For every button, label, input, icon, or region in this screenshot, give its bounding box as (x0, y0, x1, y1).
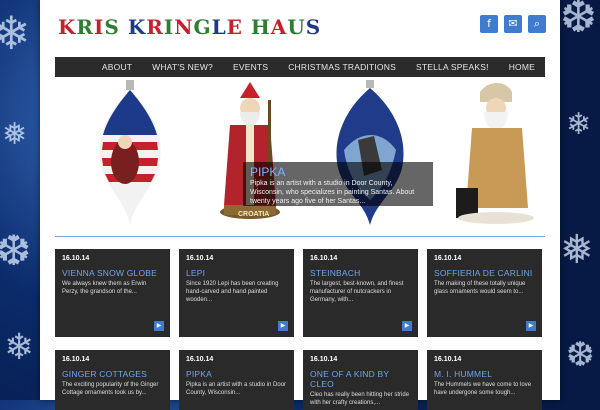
slide-caption[interactable]: PIPKA Pipka is an artist with a studio i… (243, 162, 433, 206)
post-excerpt: Pipka is an artist with a studio in Door… (186, 382, 287, 396)
post-card[interactable]: 16.10.14 VIENNA SNOW GLOBE We always kne… (55, 249, 170, 337)
post-title[interactable]: ONE OF A KIND BY CLEO (310, 369, 411, 389)
post-title[interactable]: SOFFIERIA DE CARLINI (434, 268, 535, 278)
snowflake-decoration: ❄ (0, 6, 31, 60)
page-container: KRIS KRINGLE HAUS f ✉ ⌕ ABOUT WHAT'S NEW… (40, 0, 560, 410)
post-excerpt: We always knew them as Erwin Perzy, the … (62, 281, 147, 295)
post-card[interactable]: 16.10.14 LEPI Since 1920 Lepi has been c… (179, 249, 294, 337)
post-title[interactable]: STEINBACH (310, 268, 411, 278)
section-divider (55, 236, 545, 237)
post-title[interactable]: M. I. HUMMEL (434, 369, 535, 379)
hero-slider[interactable]: CROATIA PIPKA Pipka is an artist with a … (55, 80, 545, 230)
read-more-arrow-icon[interactable]: ▶ (278, 321, 288, 331)
post-excerpt: The making of these totally unique glass… (434, 281, 526, 295)
post-title[interactable]: VIENNA SNOW GLOBE (62, 268, 163, 278)
nav-item-about[interactable]: ABOUT (92, 57, 142, 77)
slide-caption-text: Pipka is an artist with a studio in Door… (250, 180, 415, 205)
read-more-arrow-icon[interactable]: ▶ (402, 321, 412, 331)
stand-label: CROATIA (238, 211, 270, 218)
post-title[interactable]: GINGER COTTAGES (62, 369, 163, 379)
post-excerpt: Cleo has really been hitting her stride … (310, 392, 410, 406)
nav-item-christmas-traditions[interactable]: CHRISTMAS TRADITIONS (278, 57, 406, 77)
post-card[interactable]: 16.10.14 M. I. HUMMEL The Hummels we hav… (427, 350, 542, 410)
search-icon[interactable]: ⌕ (528, 15, 546, 33)
snowflake-decoration: ❆ (566, 335, 595, 375)
snowflake-decoration: ❄ (4, 327, 35, 368)
read-more-arrow-icon[interactable]: ▶ (526, 321, 536, 331)
post-excerpt: The exciting popularity of the Ginger Co… (62, 382, 159, 396)
post-date: 16.10.14 (434, 356, 462, 363)
woodland-santa-image (456, 83, 534, 224)
nav-item-events[interactable]: EVENTS (223, 57, 278, 77)
social-icons: f ✉ ⌕ (480, 15, 546, 33)
main-nav: ABOUT WHAT'S NEW? EVENTS CHRISTMAS TRADI… (55, 57, 545, 77)
nav-item-stella-speaks[interactable]: STELLA SPEAKS! (406, 57, 499, 77)
slide-caption-title[interactable]: PIPKA (250, 166, 426, 179)
snowflake-decoration: ❆ (560, 0, 597, 43)
post-date: 16.10.14 (310, 255, 338, 262)
snowflake-decoration: ❅ (560, 227, 594, 273)
post-excerpt: The Hummels we have come to love have un… (434, 382, 532, 396)
site-logo[interactable]: KRIS KRINGLE HAUS (58, 15, 321, 43)
email-icon[interactable]: ✉ (504, 15, 522, 33)
post-card[interactable]: 16.10.14 ONE OF A KIND BY CLEO Cleo has … (303, 350, 418, 410)
post-excerpt: The largest, best-known, and finest manu… (310, 281, 404, 303)
logo-text: KRIS KRINGLE HAUS (58, 15, 322, 39)
nav-item-home[interactable]: HOME (499, 57, 545, 77)
post-date: 16.10.14 (62, 255, 90, 262)
read-more-arrow-icon[interactable]: ▶ (154, 321, 164, 331)
flag-ornament-image (99, 80, 161, 225)
facebook-icon[interactable]: f (480, 15, 498, 33)
post-date: 16.10.14 (62, 356, 90, 363)
post-title[interactable]: PIPKA (186, 369, 287, 379)
post-title[interactable]: LEPI (186, 268, 287, 278)
post-date: 16.10.14 (186, 356, 214, 363)
nav-item-whats-new[interactable]: WHAT'S NEW? (142, 57, 223, 77)
post-card[interactable]: 16.10.14 GINGER COTTAGES The exciting po… (55, 350, 170, 410)
post-excerpt: Since 1920 Lepi has been creating hand-c… (186, 281, 279, 303)
post-card[interactable]: 16.10.14 STEINBACH The largest, best-kno… (303, 249, 418, 337)
post-card[interactable]: 16.10.14 SOFFIERIA DE CARLINI The making… (427, 249, 542, 337)
snowflake-decoration: ❄ (566, 107, 592, 142)
snowflake-decoration: ❅ (2, 117, 28, 152)
post-card[interactable]: 16.10.14 PIPKA Pipka is an artist with a… (179, 350, 294, 410)
post-date: 16.10.14 (186, 255, 214, 262)
post-date: 16.10.14 (310, 356, 338, 363)
post-date: 16.10.14 (434, 255, 462, 262)
snowflake-decoration: ❆ (0, 226, 32, 275)
